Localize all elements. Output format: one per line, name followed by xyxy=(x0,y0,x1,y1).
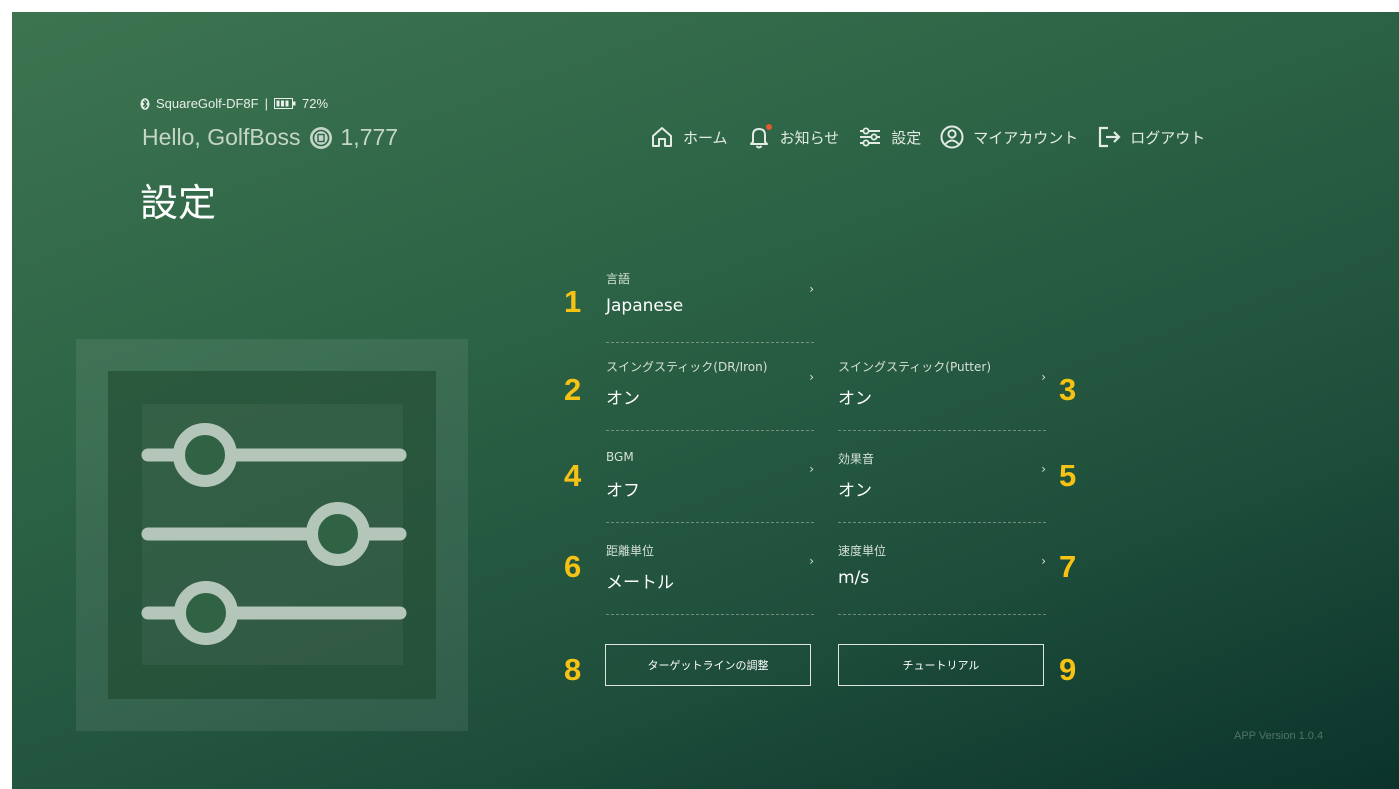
callout-number-8: 8 xyxy=(564,652,582,687)
settings-illustration xyxy=(76,339,468,731)
bgm-setting[interactable]: BGM オフ › xyxy=(606,450,814,523)
chevron-right-icon: › xyxy=(809,370,814,384)
battery-level: 72% xyxy=(301,96,329,111)
status-separator: | xyxy=(264,96,268,111)
nav-account[interactable]: マイアカウント xyxy=(939,124,1078,150)
sound-effects-setting[interactable]: 効果音 オン › xyxy=(838,450,1046,523)
notification-dot xyxy=(765,124,772,130)
distance-unit-value: メートル xyxy=(606,573,674,593)
tutorial-button[interactable]: チュートリアル xyxy=(838,644,1044,686)
greeting-text: Hello, GolfBoss xyxy=(142,124,301,150)
target-line-adjust-button[interactable]: ターゲットラインの調整 xyxy=(605,644,811,686)
bell-icon-wrapper xyxy=(746,124,772,150)
callout-number-9: 9 xyxy=(1059,652,1077,687)
nav-logout[interactable]: ログアウト xyxy=(1096,124,1205,150)
bgm-value: オフ xyxy=(606,481,640,501)
logout-icon xyxy=(1099,126,1121,148)
callout-number-3: 3 xyxy=(1059,372,1077,407)
nav-home-label: ホーム xyxy=(683,128,728,147)
callout-number-7: 7 xyxy=(1059,549,1077,584)
app-version: APP Version 1.0.4 xyxy=(1234,730,1324,742)
nav-settings[interactable]: 設定 xyxy=(857,124,921,150)
chevron-right-icon: › xyxy=(1041,554,1046,568)
nav-notices-label: お知らせ xyxy=(779,128,840,147)
chevron-right-icon: › xyxy=(809,282,814,296)
callout-number-4: 4 xyxy=(564,458,582,493)
distance-unit-label: 距離単位 xyxy=(606,544,655,558)
distance-unit-setting[interactable]: 距離単位 メートル › xyxy=(606,542,814,615)
settings-screen: SquareGolf-DF8F | 72% Hello, GolfBoss 1,… xyxy=(12,12,1399,789)
language-value: Japanese xyxy=(606,296,684,316)
swing-stick-putter-setting[interactable]: スイングスティック(Putter) オン › xyxy=(838,358,1046,431)
device-name: SquareGolf-DF8F xyxy=(156,96,259,111)
swing-stick-dr-label: スイングスティック(DR/Iron) xyxy=(606,360,768,374)
nav-notices[interactable]: お知らせ xyxy=(746,124,840,150)
chevron-right-icon: › xyxy=(1041,370,1046,384)
nav-settings-label: 設定 xyxy=(891,128,922,147)
account-icon xyxy=(940,125,964,149)
swing-stick-dr-value: オン xyxy=(606,389,640,409)
tutorial-label: チュートリアル xyxy=(902,659,980,672)
speed-unit-label: 速度単位 xyxy=(838,544,887,558)
callout-number-6: 6 xyxy=(564,549,582,584)
chevron-right-icon: › xyxy=(1041,462,1046,476)
nav-home[interactable]: ホーム xyxy=(649,124,728,150)
speed-unit-setting[interactable]: 速度単位 m/s › xyxy=(838,542,1046,615)
coin-icon xyxy=(309,126,332,149)
language-label: 言語 xyxy=(606,272,631,286)
callout-number-1: 1 xyxy=(564,284,582,319)
nav-account-label: マイアカウント xyxy=(973,128,1079,147)
nav-logout-label: ログアウト xyxy=(1130,128,1206,147)
large-sliders-icon xyxy=(141,423,407,645)
page-title: 設定 xyxy=(140,181,217,225)
chevron-right-icon: › xyxy=(809,554,814,568)
top-nav: ホーム お知らせ 設定 マイアカウント ログアウト xyxy=(649,124,1223,150)
chevron-right-icon: › xyxy=(809,462,814,476)
device-status: SquareGolf-DF8F | 72% xyxy=(140,96,328,111)
coin-balance: 1,777 xyxy=(340,124,399,150)
home-icon xyxy=(652,127,672,147)
bgm-label: BGM xyxy=(606,450,634,464)
swing-stick-putter-value: オン xyxy=(838,389,872,409)
swing-stick-dr-setting[interactable]: スイングスティック(DR/Iron) オン › xyxy=(606,358,814,431)
callout-number-2: 2 xyxy=(564,372,582,407)
sound-effects-value: オン xyxy=(838,481,872,501)
swing-stick-putter-label: スイングスティック(Putter) xyxy=(838,360,992,374)
speed-unit-value: m/s xyxy=(838,568,870,588)
greeting: Hello, GolfBoss 1,777 xyxy=(142,124,398,151)
battery-icon xyxy=(273,98,296,109)
bluetooth-icon xyxy=(140,97,150,110)
sliders-icon xyxy=(860,127,881,147)
target-line-adjust-label: ターゲットラインの調整 xyxy=(647,659,769,672)
callout-number-5: 5 xyxy=(1059,458,1077,493)
language-setting[interactable]: 言語 Japanese › xyxy=(606,270,814,343)
sound-effects-label: 効果音 xyxy=(838,452,875,466)
